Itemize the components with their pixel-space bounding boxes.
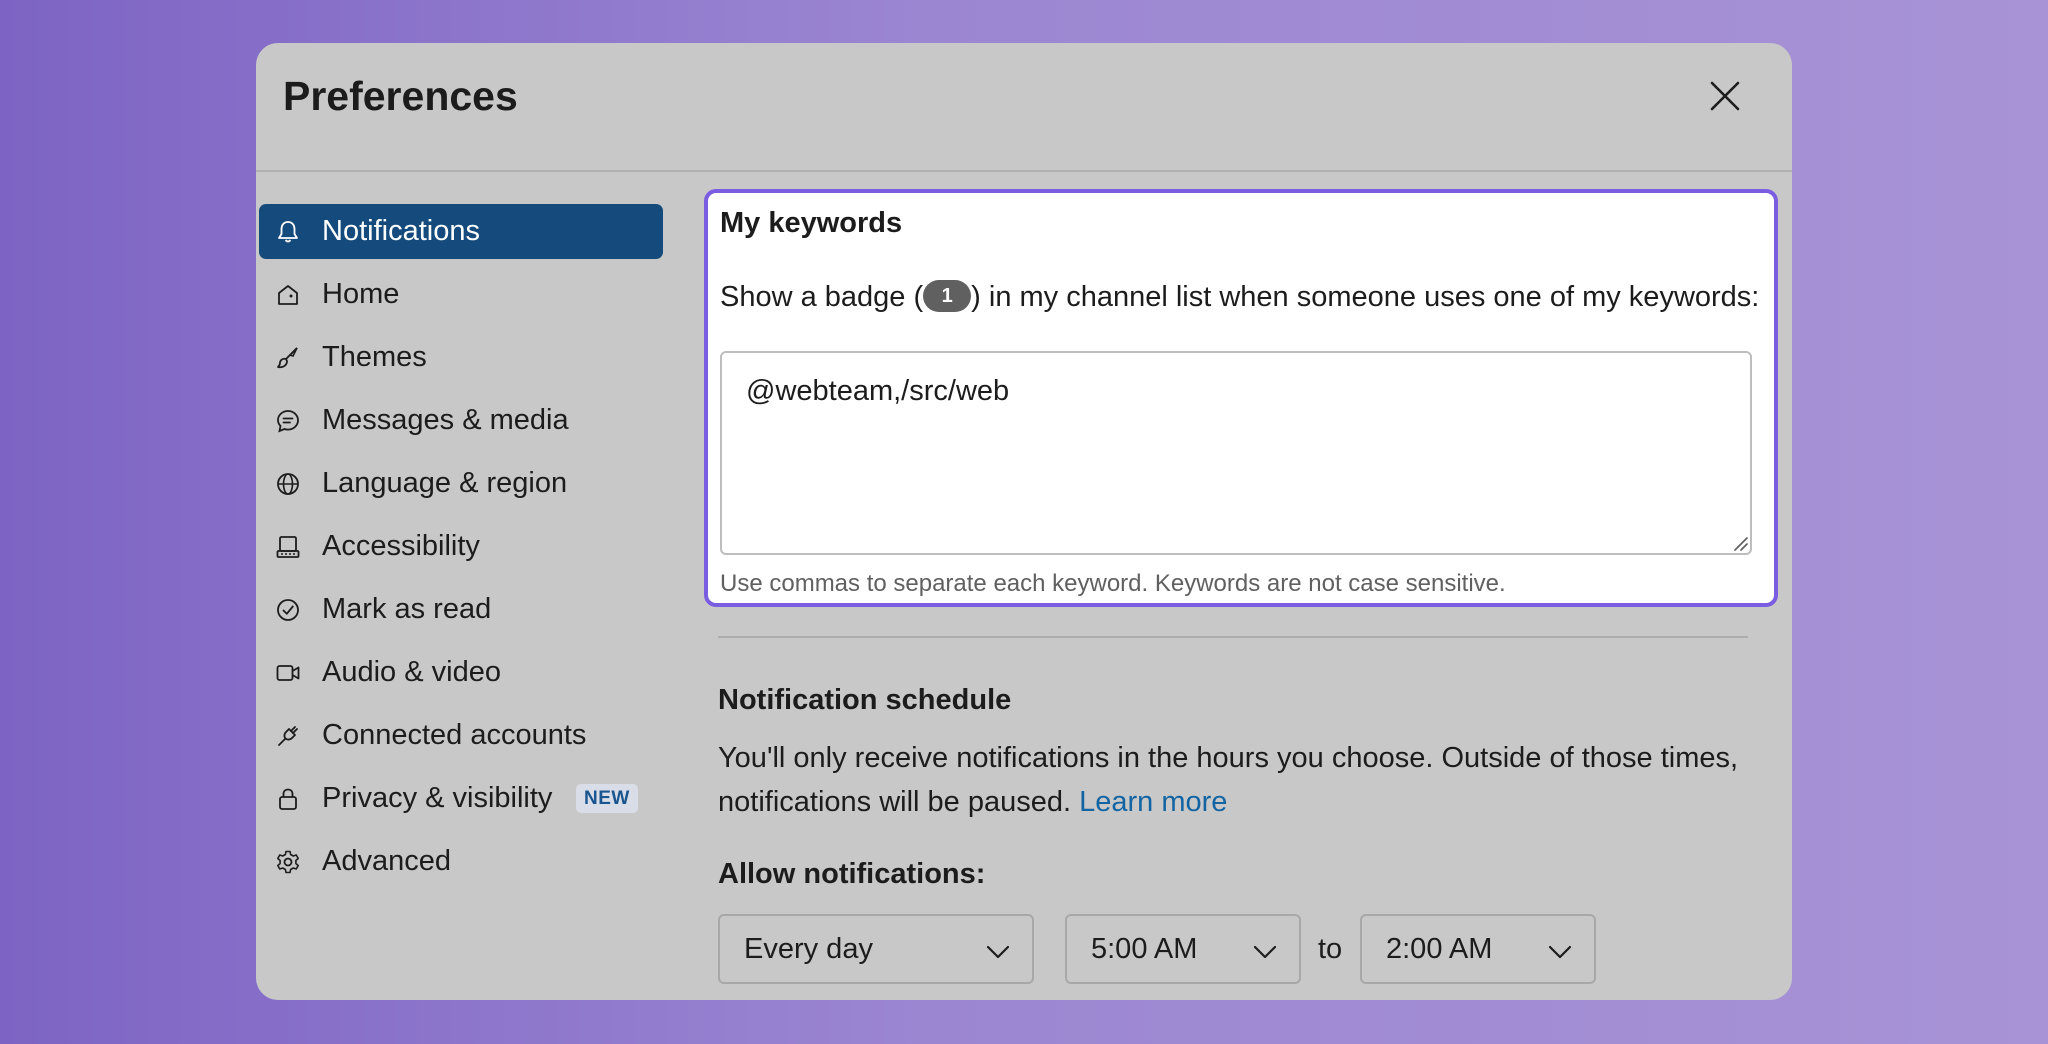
globe-icon [275,471,301,497]
lock-icon [275,786,301,812]
schedule-description: You'll only receive notifications in the… [718,736,1758,824]
start-time-value: 5:00 AM [1091,932,1198,965]
keywords-input[interactable]: @webteam,/src/web [720,351,1752,555]
sidebar-item-advanced[interactable]: Advanced [259,834,663,889]
home-icon [275,282,301,308]
sidebar-item-label: Messages & media [322,404,569,436]
chevron-down-icon [1548,945,1572,959]
learn-more-link[interactable]: Learn more [1079,786,1227,818]
sidebar-nav: Notifications Home Themes Messages & med… [259,204,663,897]
keywords-title: My keywords [720,207,903,239]
sidebar-item-messages-media[interactable]: Messages & media [259,393,663,448]
schedule-title: Notification schedule [718,684,1012,716]
sidebar-item-label: Advanced [322,845,451,877]
bell-icon [275,219,301,245]
sidebar-item-label: Notifications [322,215,480,247]
sidebar-item-label: Privacy & visibility [322,782,553,814]
keywords-desc-before: Show a badge ( [720,281,924,313]
start-time-select[interactable]: 5:00 AM [1065,914,1301,984]
sidebar-item-notifications[interactable]: Notifications [259,204,663,259]
end-time-value: 2:00 AM [1386,932,1493,965]
close-icon [1710,81,1740,111]
sidebar-item-connected-accounts[interactable]: Connected accounts [259,708,663,763]
section-divider [718,636,1748,638]
mention-badge: 1 [923,280,972,313]
sidebar-item-mark-as-read[interactable]: Mark as read [259,582,663,637]
sidebar-item-language-region[interactable]: Language & region [259,456,663,511]
sidebar-item-privacy-visibility[interactable]: Privacy & visibility NEW [259,771,663,826]
days-select[interactable]: Every day [718,914,1034,984]
sidebar-item-label: Audio & video [322,656,501,688]
video-icon [275,660,301,686]
sidebar-item-themes[interactable]: Themes [259,330,663,385]
sidebar-item-label: Themes [322,341,427,373]
message-icon [275,408,301,434]
modal-header: Preferences [256,43,1792,172]
close-button[interactable] [1702,73,1748,119]
chevron-down-icon [1253,945,1277,959]
chevron-down-icon [986,945,1010,959]
check-circle-icon [275,597,301,623]
sidebar-item-audio-video[interactable]: Audio & video [259,645,663,700]
keywords-desc-after: ) in my channel list when someone uses o… [971,281,1760,313]
to-label: to [1318,933,1343,965]
sidebar-item-label: Home [322,278,400,310]
schedule-desc-text: You'll only receive notifications in the… [718,742,1739,818]
end-time-select[interactable]: 2:00 AM [1360,914,1596,984]
sidebar-item-label: Mark as read [322,593,492,625]
sidebar-item-label: Connected accounts [322,719,587,751]
keywords-hint: Use commas to separate each keyword. Key… [720,570,1506,597]
brush-icon [275,345,301,371]
preferences-modal: Preferences Notifications Home Themes Me… [256,43,1792,1000]
gear-icon [275,849,301,875]
resize-handle-icon[interactable] [1730,533,1748,551]
keyboard-icon [275,534,301,560]
sidebar-item-label: Accessibility [322,530,480,562]
sidebar-item-accessibility[interactable]: Accessibility [259,519,663,574]
days-select-value: Every day [744,932,873,965]
plug-icon [275,723,301,749]
keywords-section: My keywords Show a badge (1) in my chann… [704,189,1778,607]
allow-notifications-title: Allow notifications: [718,858,986,890]
sidebar-item-home[interactable]: Home [259,267,663,322]
keywords-description: Show a badge (1) in my channel list when… [720,280,1760,314]
modal-title: Preferences [283,73,518,119]
new-badge: NEW [576,784,638,813]
sidebar-item-label: Language & region [322,467,568,499]
